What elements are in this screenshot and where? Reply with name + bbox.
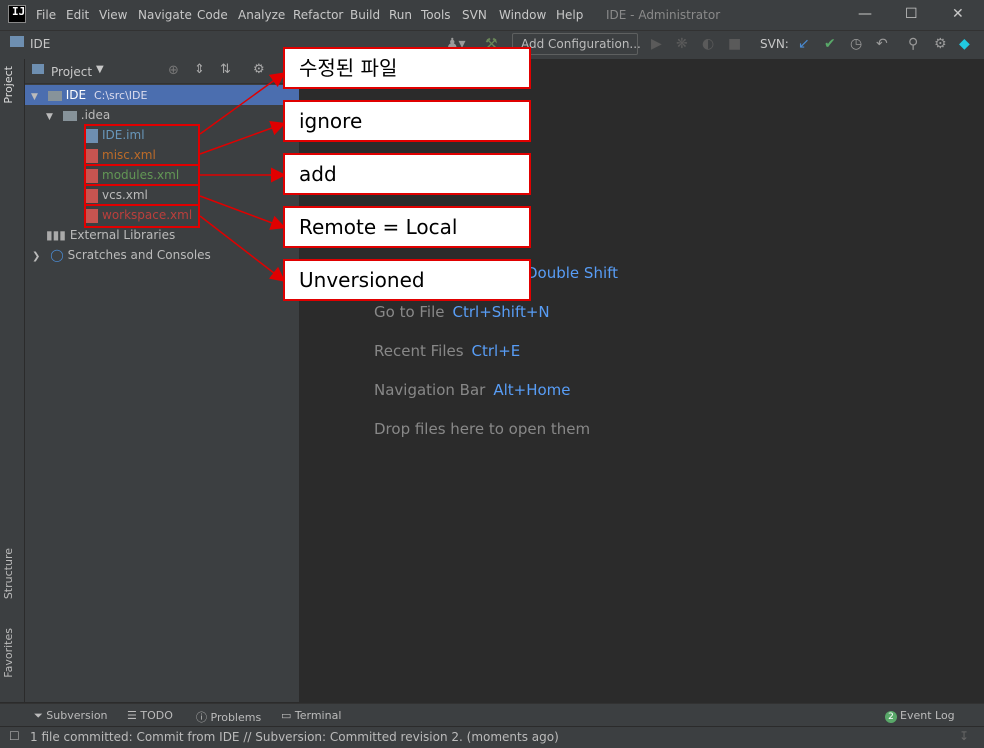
- info-icon: ⓘ: [196, 711, 211, 724]
- list-icon: ☰: [127, 709, 141, 722]
- callout-modified: 수정된 파일: [283, 47, 531, 89]
- tab-todo[interactable]: ☰ TODO: [127, 709, 173, 722]
- callout-unversioned: Unversioned: [283, 259, 531, 301]
- status-window-icon[interactable]: ☐: [9, 729, 20, 743]
- tab-subversion[interactable]: ⏷ Subversion: [34, 709, 108, 723]
- status-message: 1 file committed: Commit from IDE // Sub…: [30, 730, 559, 744]
- status-download-icon[interactable]: ↧: [959, 729, 969, 743]
- terminal-icon: ▭: [281, 709, 295, 722]
- tab-terminal[interactable]: ▭ Terminal: [281, 709, 341, 722]
- tab-problems[interactable]: ⓘ Problems: [196, 709, 261, 725]
- subversion-icon: ⏷: [34, 709, 47, 722]
- event-count-badge: 2: [885, 711, 897, 723]
- callout-remote-local: Remote = Local: [283, 206, 531, 248]
- callout-ignore: ignore: [283, 100, 531, 142]
- callout-add: add: [283, 153, 531, 195]
- event-log-button[interactable]: 2 Event Log: [885, 709, 955, 723]
